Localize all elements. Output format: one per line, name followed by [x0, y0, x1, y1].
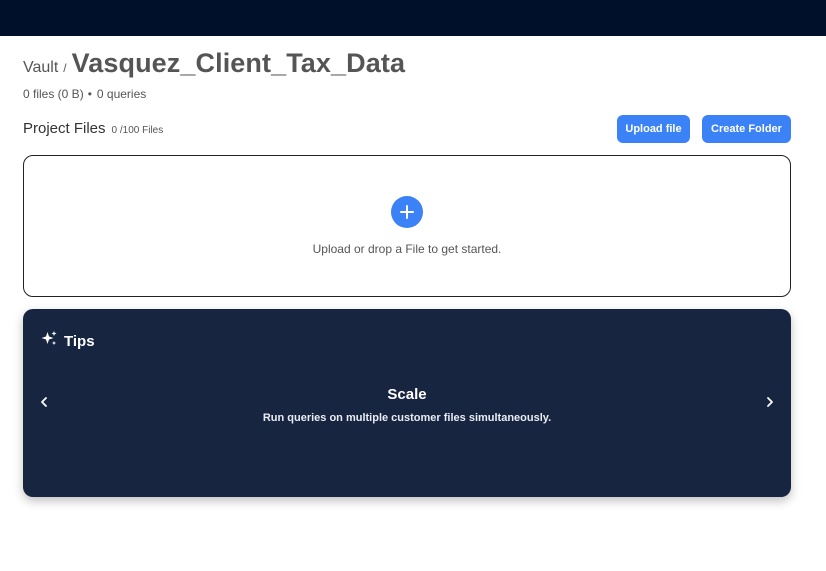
file-count: 0 files (0 B)	[23, 87, 84, 101]
vault-stats: 0 files (0 B) • 0 queries	[23, 87, 146, 101]
tip-heading: Scale	[387, 386, 427, 403]
plus-icon[interactable]	[391, 196, 423, 228]
upload-file-button[interactable]: Upload file	[617, 115, 690, 143]
create-folder-button[interactable]: Create Folder	[702, 115, 791, 143]
top-navigation-bar	[0, 0, 826, 36]
file-dropzone[interactable]: Upload or drop a File to get started.	[23, 155, 791, 297]
project-files-count: 0 /100 Files	[111, 125, 164, 136]
project-files-header: Project Files 0 /100 Files	[23, 120, 163, 137]
query-count: 0 queries	[96, 87, 147, 101]
page-title: Vasquez_Client_Tax_Data	[71, 48, 406, 78]
tips-carousel: Tips Scale Run queries on multiple custo…	[23, 309, 791, 497]
tips-header: Tips	[41, 330, 95, 352]
chevron-right-icon[interactable]	[762, 393, 778, 411]
breadcrumb-vault-link[interactable]: Vault	[23, 59, 58, 77]
dropzone-text: Upload or drop a File to get started.	[312, 242, 502, 256]
project-files-label: Project Files	[23, 120, 106, 137]
stats-separator: •	[87, 87, 92, 101]
breadcrumb: Vault / Vasquez_Client_Tax_Data	[23, 48, 405, 79]
sparkles-icon	[41, 330, 58, 352]
tips-title: Tips	[64, 332, 95, 350]
breadcrumb-separator: /	[63, 61, 67, 75]
tip-description: Run queries on multiple customer files s…	[262, 412, 552, 424]
